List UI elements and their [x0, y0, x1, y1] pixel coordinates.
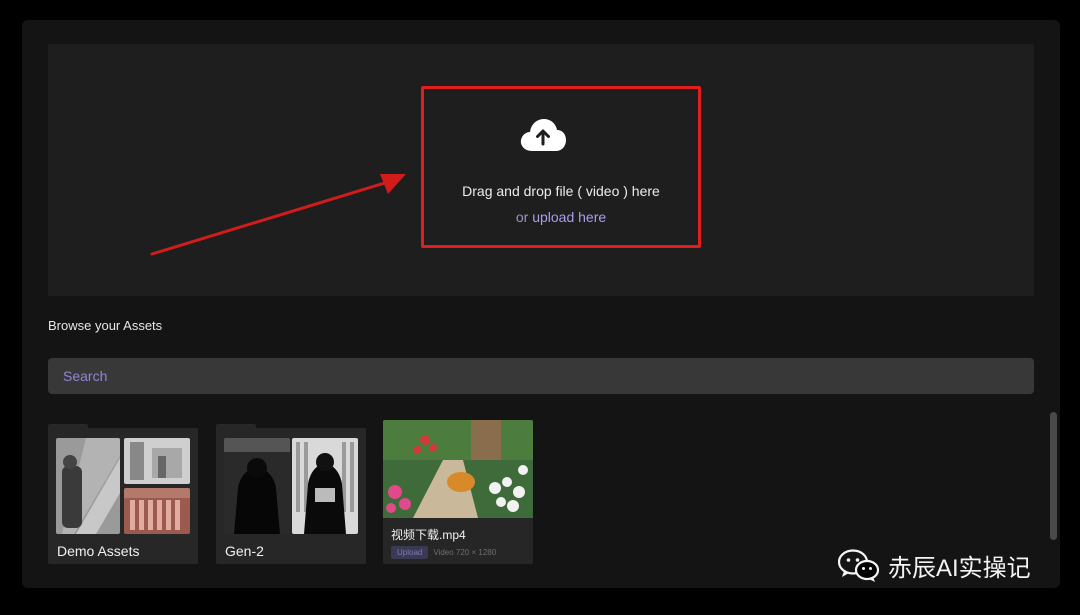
- watermark: 赤辰AI实操记: [838, 548, 1031, 583]
- asset-resolution: Video 720 × 1280: [433, 548, 497, 557]
- watermark-text: 赤辰AI实操记: [888, 555, 1031, 582]
- video-thumbnail: [383, 420, 533, 518]
- asset-meta: Upload Video 720 × 1280: [391, 546, 496, 559]
- wechat-icon: [838, 548, 880, 582]
- thumbnail-image: [224, 438, 290, 534]
- folder-tab: [48, 424, 88, 430]
- annotation-arrow: [150, 174, 406, 256]
- folder-thumbnails: [224, 438, 358, 534]
- drop-target-highlight[interactable]: Drag and drop file ( video ) here or upl…: [421, 86, 701, 248]
- section-title: Browse your Assets: [48, 318, 163, 333]
- drop-instructions: Drag and drop file ( video ) here: [462, 183, 660, 199]
- upload-here-link[interactable]: upload here: [532, 209, 606, 225]
- scrollbar-thumb[interactable]: [1050, 412, 1057, 540]
- search-input[interactable]: [48, 358, 1034, 394]
- thumbnail-image: [124, 488, 190, 534]
- folder-demo-assets[interactable]: Demo Assets: [48, 424, 198, 564]
- asset-card-video[interactable]: 视频下载.mp4 Upload Video 720 × 1280: [383, 420, 533, 564]
- upload-badge: Upload: [391, 546, 429, 559]
- upload-prompt: or upload here: [424, 209, 698, 225]
- assets-panel: Drag and drop file ( video ) here or upl…: [22, 20, 1060, 588]
- or-text: or: [515, 209, 529, 225]
- folder-name: Demo Assets: [57, 543, 140, 559]
- folder-tab: [216, 424, 256, 430]
- thumbnail-image: [292, 438, 358, 534]
- thumbnail-image: [124, 438, 190, 484]
- asset-file-name: 视频下载.mp4: [391, 528, 466, 542]
- folder-name: Gen-2: [225, 543, 264, 559]
- thumbnail-image: [56, 438, 120, 534]
- folder-thumbnails: [56, 438, 190, 534]
- folder-gen-2[interactable]: Gen-2: [216, 424, 366, 564]
- upload-dropzone[interactable]: Drag and drop file ( video ) here or upl…: [48, 44, 1034, 296]
- cloud-upload-icon: [520, 119, 566, 151]
